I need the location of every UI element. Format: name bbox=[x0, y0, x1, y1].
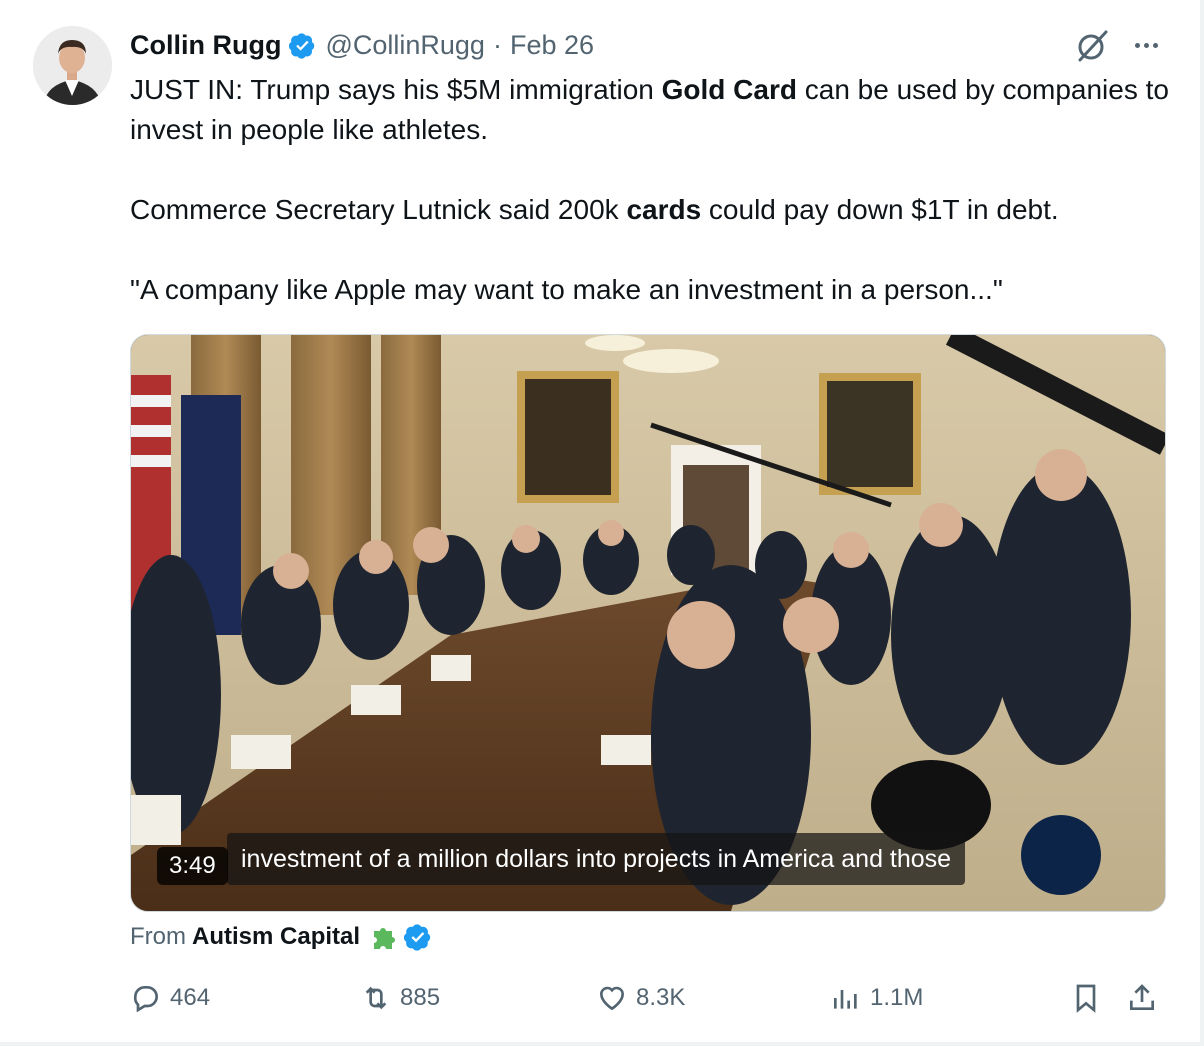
tweet-paragraph-3: "A company like Apple may want to make a… bbox=[130, 274, 1003, 305]
tweet-header: Collin Rugg @CollinRugg · Feb 26 bbox=[130, 26, 594, 64]
video-duration: 3:49 bbox=[157, 847, 228, 885]
author-handle[interactable]: @CollinRugg bbox=[325, 30, 484, 61]
tweet-paragraph-2: Commerce Secretary Lutnick said 200k car… bbox=[130, 194, 1059, 225]
tweet-actions: 464 885 8.3K 1.1M bbox=[130, 978, 1170, 1018]
avatar[interactable] bbox=[33, 26, 112, 105]
bookmark-button[interactable] bbox=[1070, 978, 1110, 1018]
tweet-paragraph-1: JUST IN: Trump says his $5M immigration … bbox=[130, 74, 1169, 145]
from-label: From bbox=[130, 923, 186, 950]
reply-icon bbox=[133, 986, 158, 1013]
video-frame-image bbox=[131, 335, 1165, 911]
video-player[interactable]: investment of a million dollars into pro… bbox=[130, 334, 1166, 912]
views-button[interactable]: 1.1M bbox=[830, 978, 923, 1018]
grok-icon[interactable] bbox=[1074, 28, 1110, 64]
tweet-date[interactable]: Feb 26 bbox=[510, 30, 594, 61]
tweet-text: JUST IN: Trump says his $5M immigration … bbox=[130, 70, 1180, 310]
avatar-image bbox=[33, 26, 112, 105]
views-icon bbox=[834, 990, 857, 1009]
video-caption: investment of a million dollars into pro… bbox=[227, 833, 966, 885]
more-icon[interactable] bbox=[1128, 30, 1164, 60]
share-button[interactable] bbox=[1126, 978, 1166, 1018]
author-name[interactable]: Collin Rugg bbox=[130, 30, 281, 61]
bookmark-icon bbox=[1076, 984, 1096, 1013]
like-button[interactable]: 8.3K bbox=[596, 978, 685, 1018]
verified-badge-icon[interactable] bbox=[404, 923, 432, 951]
puzzle-piece-icon bbox=[368, 921, 400, 953]
source-account-name[interactable]: Autism Capital bbox=[192, 923, 360, 951]
repost-button[interactable]: 885 bbox=[360, 978, 440, 1018]
bottom-divider bbox=[0, 1042, 1204, 1046]
reply-count: 464 bbox=[170, 984, 211, 1011]
right-divider bbox=[1200, 0, 1204, 1046]
share-icon bbox=[1130, 984, 1154, 1010]
media-attribution: From Autism Capital bbox=[130, 920, 432, 954]
like-count: 8.3K bbox=[636, 984, 686, 1011]
reply-button[interactable]: 464 bbox=[130, 978, 210, 1018]
separator-dot: · bbox=[492, 29, 502, 60]
repost-icon bbox=[365, 986, 387, 1010]
repost-count: 885 bbox=[400, 984, 441, 1011]
heart-icon bbox=[599, 986, 625, 1011]
views-count: 1.1M bbox=[870, 984, 924, 1011]
verified-badge-icon[interactable] bbox=[289, 32, 316, 59]
